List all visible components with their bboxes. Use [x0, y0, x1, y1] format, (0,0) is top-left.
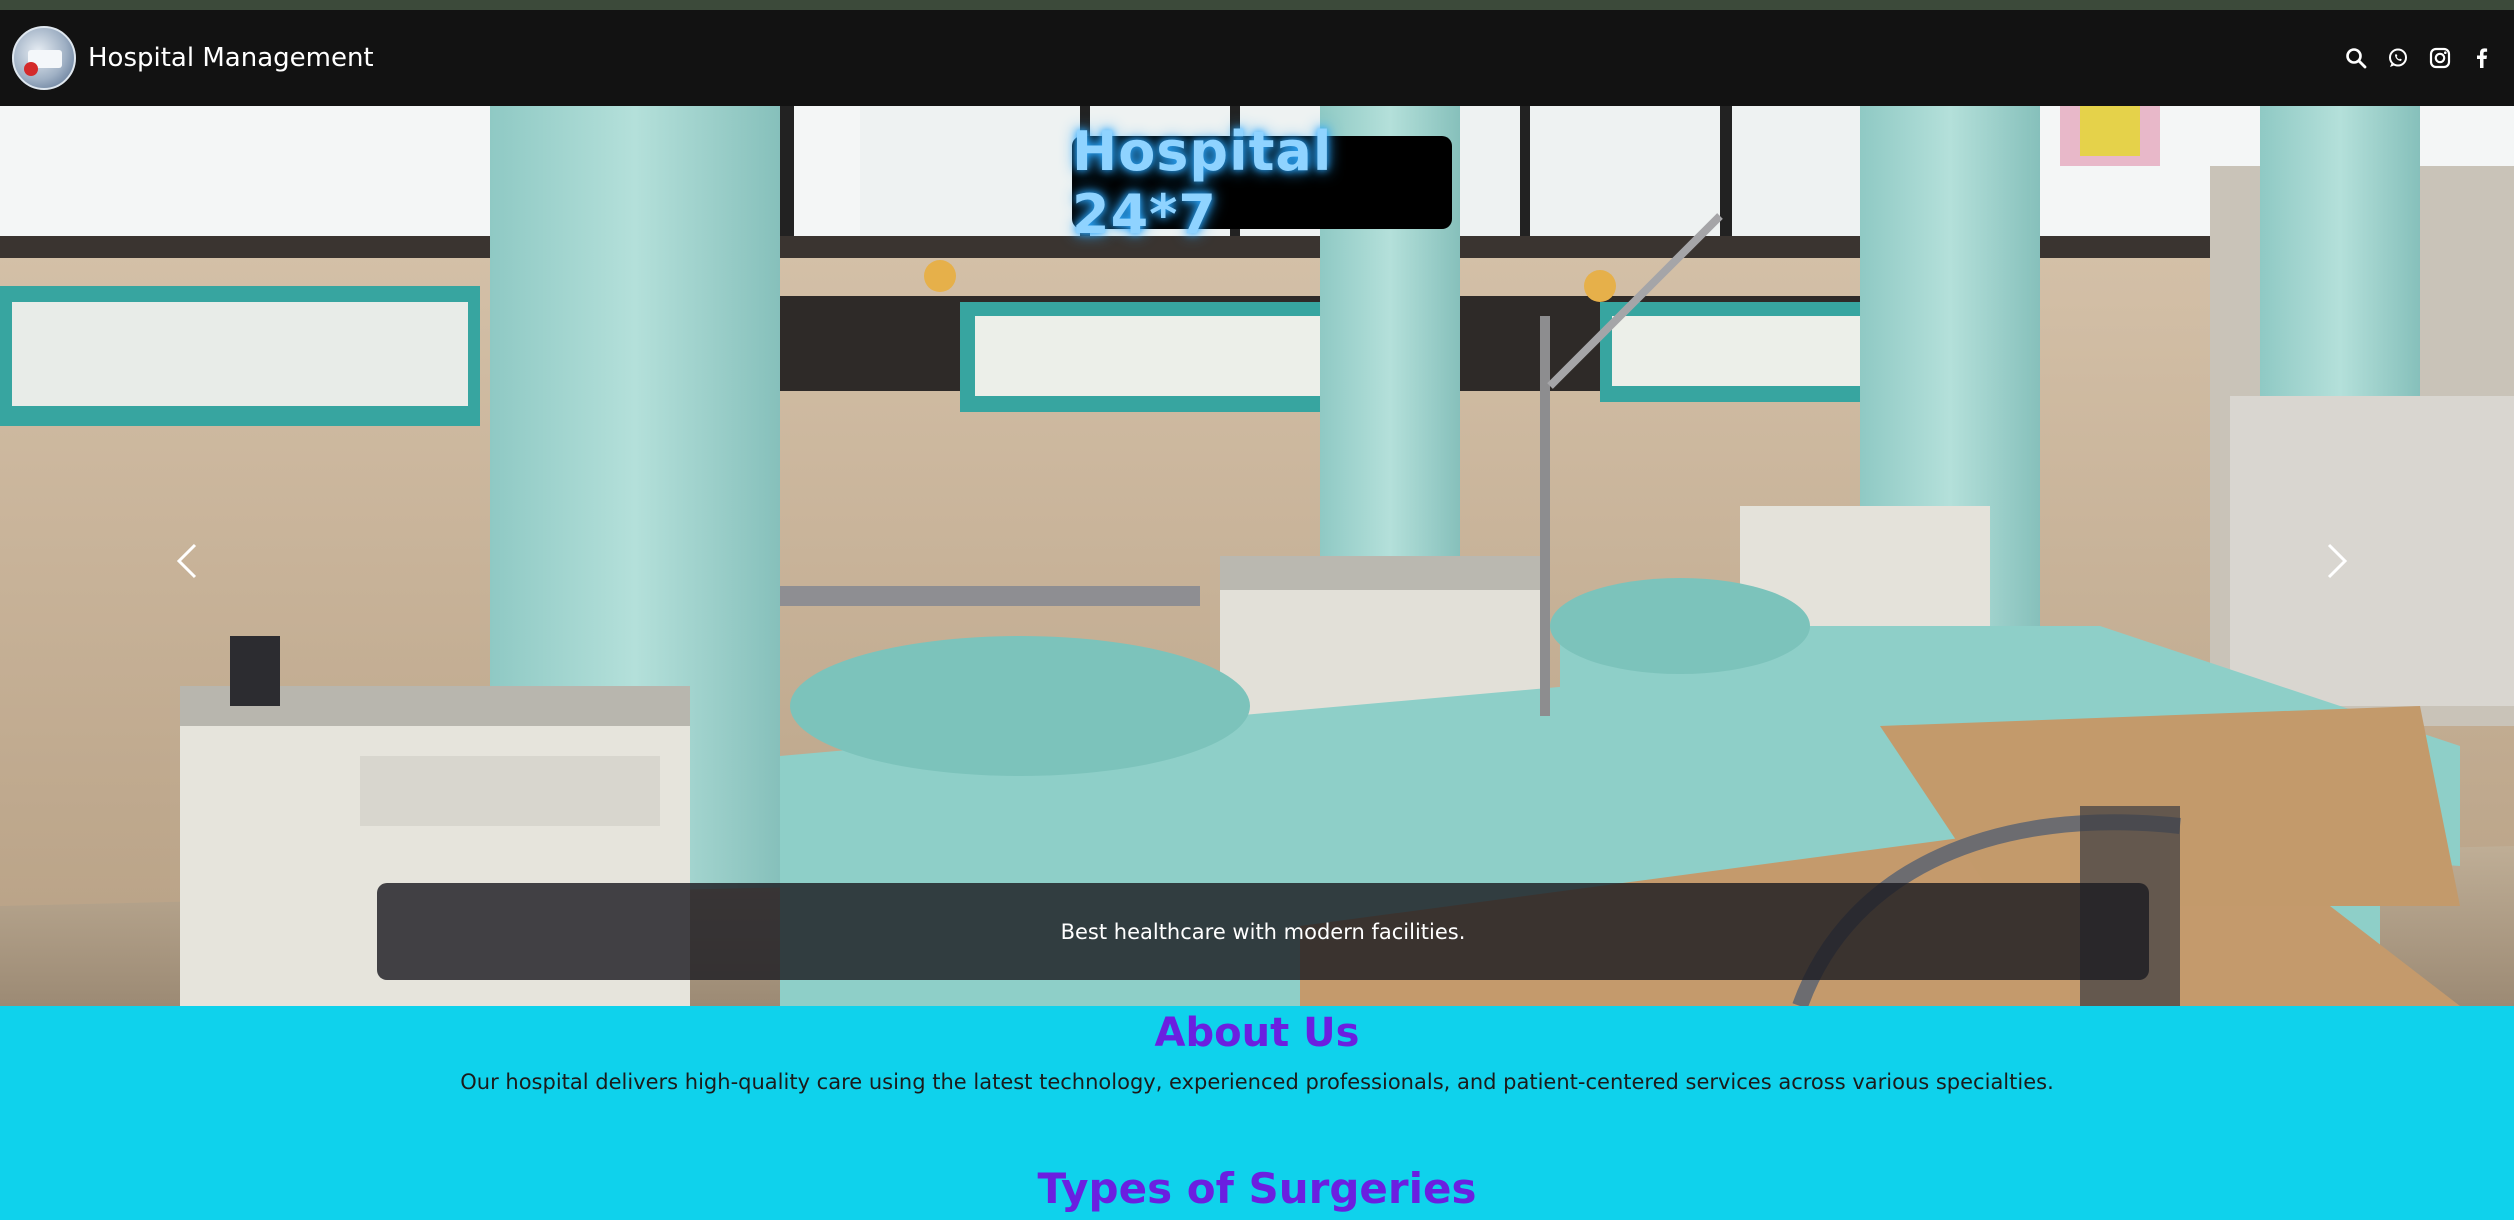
- carousel-next-button[interactable]: [2307, 526, 2367, 596]
- navbar: Hospital Management: [0, 10, 2514, 106]
- top-strip: [0, 0, 2514, 10]
- about-title: About Us: [1154, 1010, 1360, 1056]
- caption-text: Best healthcare with modern facilities.: [1060, 919, 1466, 944]
- whatsapp-icon[interactable]: [2386, 46, 2410, 70]
- facebook-icon[interactable]: [2470, 46, 2494, 70]
- about-section: About Us Our hospital delivers high-qual…: [0, 1006, 2514, 1220]
- instagram-icon[interactable]: [2428, 46, 2452, 70]
- hero-title-box: Hospital 24*7: [1072, 120, 1452, 246]
- hero-title: Hospital 24*7: [1072, 119, 1333, 246]
- about-text: Our hospital delivers high-quality care …: [460, 1070, 2054, 1094]
- carousel-caption: Best healthcare with modern facilities.: [377, 883, 2149, 980]
- brand-name: Hospital Management: [88, 43, 374, 73]
- chevron-right-icon: [2327, 543, 2348, 579]
- search-icon[interactable]: [2344, 46, 2368, 70]
- hero-carousel: Hospital 24*7 Best healthcare with moder…: [0, 106, 2514, 1006]
- logo-red-mark: [24, 62, 38, 76]
- brand-link[interactable]: Hospital Management: [12, 26, 374, 90]
- nav-icons: [2344, 10, 2494, 106]
- surgeries-title: Types of Surgeries: [1037, 1164, 1477, 1213]
- chevron-left-icon: [176, 543, 197, 579]
- hospital-logo: [12, 26, 76, 90]
- carousel-prev-button[interactable]: [157, 526, 217, 596]
